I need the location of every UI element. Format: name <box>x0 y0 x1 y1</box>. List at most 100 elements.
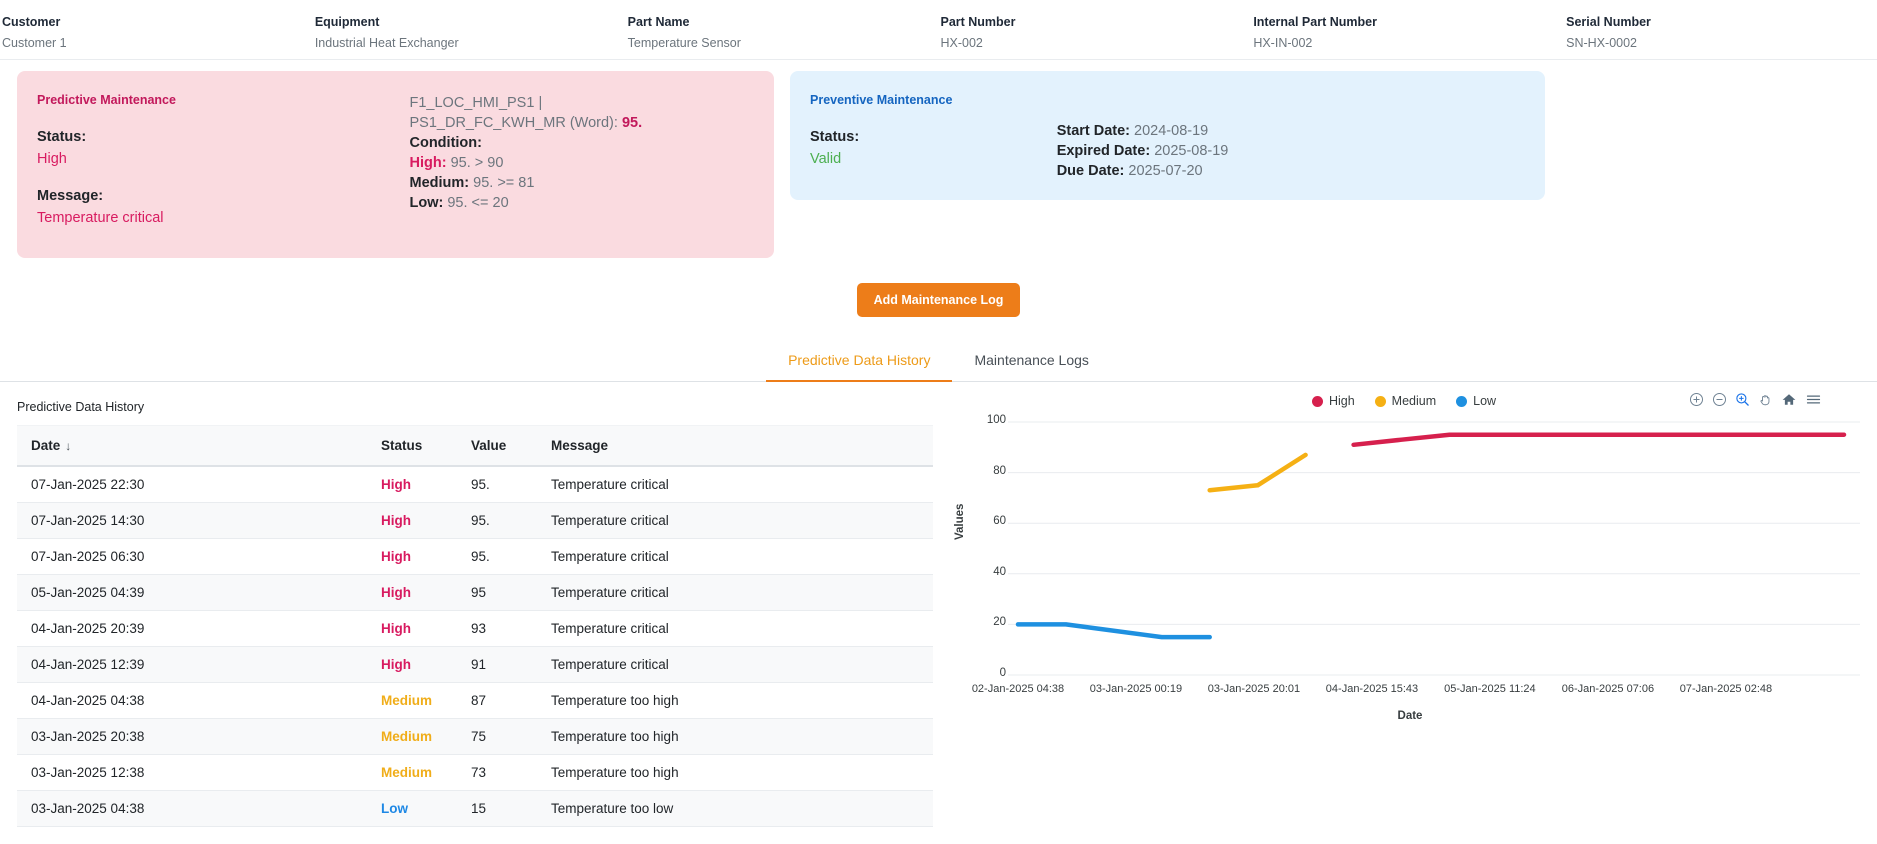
preventive-start-date-label: Start Date: <box>1056 123 1131 139</box>
info-field-part-number: Part Number HX-002 <box>938 14 1251 50</box>
preventive-status-block: Status: Valid <box>810 127 1047 172</box>
column-header-date-label: Date <box>31 438 61 453</box>
preventive-start-date: Start Date: 2024-08-19 <box>1057 121 1545 141</box>
table-caption: Predictive Data History <box>17 400 145 414</box>
cell-date: 07-Jan-2025 22:30 <box>17 466 367 503</box>
info-field-serial-number: Serial Number SN-HX-0002 <box>1564 14 1877 50</box>
tab-maintenance-logs[interactable]: Maintenance Logs <box>952 340 1110 381</box>
table-row[interactable]: 07-Jan-2025 14:30 High 95. Temperature crit… <box>17 502 933 539</box>
status-badge: Medium <box>381 693 433 708</box>
cell-status: High <box>367 466 457 503</box>
cell-date: 07-Jan-2025 14:30 <box>17 502 367 539</box>
predictive-message-label: Message: <box>37 188 104 204</box>
table-row[interactable]: 03-Jan-2025 12:38 Medium 73 Temperature too… <box>17 754 933 791</box>
predictive-tag-value: 95. <box>621 115 643 131</box>
preventive-status-label: Status: <box>810 129 860 145</box>
preventive-status-value: Valid <box>810 151 842 167</box>
chart-series-low <box>1015 622 1212 640</box>
cell-status: High <box>367 574 457 611</box>
column-header-value[interactable]: Value <box>457 425 537 467</box>
chart-plot-area <box>1008 421 1860 676</box>
cell-status: High <box>367 646 457 683</box>
cell-status: High <box>367 610 457 647</box>
cell-status: Medium <box>367 718 457 755</box>
info-field-customer: Customer Customer 1 <box>0 14 313 50</box>
table-body: 07-Jan-2025 22:30 High 95. Temperature crit… <box>17 466 933 827</box>
predictive-data-history-table: Date ↓ Status Value Message 07-Jan-2025 2… <box>17 425 933 827</box>
cell-status: Medium <box>367 754 457 791</box>
values-over-time-chart: High Medium Low Values Date 0 20 40 60 8… <box>954 390 1860 722</box>
info-label: Customer <box>2 15 61 29</box>
info-value: HX-IN-002 <box>1253 36 1313 50</box>
table-row[interactable]: 03-Jan-2025 04:38 Low 15 Temperature too lo… <box>17 790 933 827</box>
info-label: Part Name <box>627 15 690 29</box>
cell-status: High <box>367 502 457 539</box>
table-row[interactable]: 07-Jan-2025 06:30 High 95. Temperature crit… <box>17 538 933 575</box>
predictive-message-block: Message: Temperature critical <box>37 186 396 231</box>
cell-message: Temperature critical <box>537 646 933 683</box>
condition-label-low: Low: <box>409 195 444 211</box>
cell-date: 07-Jan-2025 06:30 <box>17 538 367 575</box>
condition-expr-low: 95. <= 20 <box>443 195 509 211</box>
table-row[interactable]: 05-Jan-2025 04:39 High 95 Temperature criti… <box>17 574 933 611</box>
info-value: Industrial Heat Exchanger <box>314 36 459 50</box>
preventive-due-date-label: Due Date: <box>1056 163 1125 179</box>
status-badge: High <box>381 477 411 492</box>
cell-date: 03-Jan-2025 20:38 <box>17 718 367 755</box>
cell-date: 03-Jan-2025 12:38 <box>17 754 367 791</box>
maintenance-cards-row: Predictive Maintenance Status: High Mess… <box>0 60 1877 258</box>
status-badge: Low <box>381 801 408 816</box>
cell-value: 95 <box>457 574 537 611</box>
predictive-maintenance-card: Predictive Maintenance Status: High Mess… <box>17 71 774 258</box>
add-maintenance-log-row: Add Maintenance Log <box>0 283 1877 317</box>
preventive-expired-date-label: Expired Date: <box>1056 143 1151 159</box>
cell-message: Temperature too low <box>537 790 933 827</box>
cell-date: 04-Jan-2025 20:39 <box>17 610 367 647</box>
preventive-due-date: Due Date: 2025-07-20 <box>1057 161 1545 181</box>
cell-status: Medium <box>367 682 457 719</box>
column-header-date[interactable]: Date ↓ <box>17 425 367 467</box>
predictive-tag-line-1: F1_LOC_HMI_PS1 | <box>409 95 543 111</box>
cell-value: 73 <box>457 754 537 791</box>
info-label: Part Number <box>940 15 1016 29</box>
condition-label-medium: Medium: <box>409 175 470 191</box>
cell-value: 95. <box>457 538 537 575</box>
cell-value: 87 <box>457 682 537 719</box>
predictive-message-value: Temperature critical <box>37 210 164 226</box>
add-maintenance-log-button[interactable]: Add Maintenance Log <box>856 283 1021 317</box>
cell-message: Temperature critical <box>537 574 933 611</box>
cell-message: Temperature too high <box>537 718 933 755</box>
preventive-due-date-value: 2025-07-20 <box>1124 163 1203 179</box>
table-row[interactable]: 04-Jan-2025 20:39 High 93 Temperature criti… <box>17 610 933 647</box>
info-value: HX-002 <box>940 36 983 50</box>
cell-message: Temperature critical <box>537 538 933 575</box>
info-field-equipment: Equipment Industrial Heat Exchanger <box>313 14 626 50</box>
predictive-status-value: High <box>37 151 67 167</box>
tab-predictive-data-history[interactable]: Predictive Data History <box>766 340 953 382</box>
info-label: Equipment <box>314 15 380 29</box>
cell-value: 95. <box>457 466 537 503</box>
main-content: Predictive Data History Date ↓ Status Val… <box>0 382 1877 827</box>
cell-date: 04-Jan-2025 04:38 <box>17 682 367 719</box>
table-row[interactable]: 04-Jan-2025 04:38 Medium 87 Temperature too… <box>17 682 933 719</box>
preventive-card-right: Start Date: 2024-08-19 Expired Date: 202… <box>1047 93 1545 182</box>
condition-label-high: High: <box>409 155 447 171</box>
cell-message: Temperature too high <box>537 754 933 791</box>
table-row[interactable]: 03-Jan-2025 20:38 Medium 75 Temperature too… <box>17 718 933 755</box>
predictive-data-history-pane: Predictive Data History Date ↓ Status Val… <box>17 382 935 827</box>
column-header-message[interactable]: Message <box>537 425 933 467</box>
predictive-status-label: Status: <box>37 129 87 145</box>
predictive-card-title: Predictive Maintenance <box>37 93 176 107</box>
chart-series-high <box>1351 432 1847 448</box>
cell-date: 04-Jan-2025 12:39 <box>17 646 367 683</box>
cell-date: 03-Jan-2025 04:38 <box>17 790 367 827</box>
part-info-strip: Customer Customer 1 Equipment Industrial… <box>0 0 1877 60</box>
cell-value: 95. <box>457 502 537 539</box>
info-value: SN-HX-0002 <box>1566 36 1638 50</box>
cell-value: 93 <box>457 610 537 647</box>
column-header-status[interactable]: Status <box>367 425 457 467</box>
table-row[interactable]: 04-Jan-2025 12:39 High 91 Temperature criti… <box>17 646 933 683</box>
table-row[interactable]: 07-Jan-2025 22:30 High 95. Temperature crit… <box>17 466 933 503</box>
preventive-expired-date-value: 2025-08-19 <box>1150 143 1229 159</box>
predictive-card-left: Predictive Maintenance Status: High Mess… <box>17 93 396 238</box>
